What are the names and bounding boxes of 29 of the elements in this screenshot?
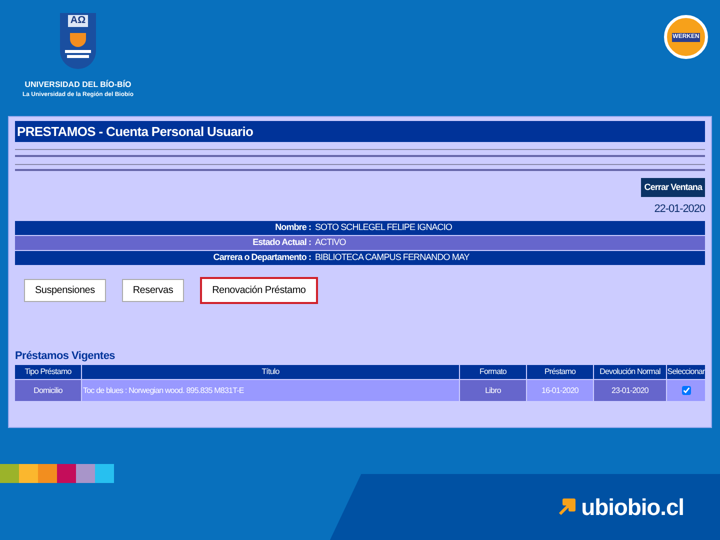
info-label: Nombre : [274,220,312,234]
nav-button[interactable]: Renovación Préstamo [200,276,318,304]
close-window-button[interactable]: Cerrar Ventana [641,178,705,197]
nav-button[interactable]: Suspensiones [24,278,106,302]
site-address: ubiobio.cl [581,492,684,522]
info-label: Carrera o Departamento : [212,250,312,264]
info-value: SOTO SCHLEGEL FELIPE IGNACIO [315,220,452,234]
university-name: UNIVERSIDAD DEL BÍO-BÍO [24,79,132,91]
table-cell: Toc de blues : Norwegian wood. 895.835 M831T-E [82,380,459,401]
section-title: Préstamos Vigentes [15,348,116,364]
info-value: ACTIVO [315,236,346,249]
table-cell: 23-01-2020 [594,380,666,401]
column-header: Formato [460,365,526,379]
arrow-icon [557,497,578,517]
table-cell: Domicilio [15,380,81,401]
date-label: 22-01-2020 [654,202,705,217]
table-cell: Libro [460,380,526,401]
table-cell: 16-01-2020 [527,380,593,401]
column-header: Préstamo [527,365,593,379]
info-value: BIBLIOTECA CAMPUS FERNANDO MAY [315,250,470,264]
column-header: Título [82,365,459,379]
nav-button[interactable]: Reservas [122,278,184,302]
info-label: Estado Actual : [252,236,312,249]
select-checkbox[interactable] [682,386,690,395]
window-title: PRESTAMOS - Cuenta Personal Usuario [15,121,705,142]
column-header: Seleccionar [667,365,705,379]
column-header: Tipo Préstamo [15,365,81,379]
crest-logo: AΩ [60,13,96,69]
column-header: Devolución Normal [594,365,666,379]
